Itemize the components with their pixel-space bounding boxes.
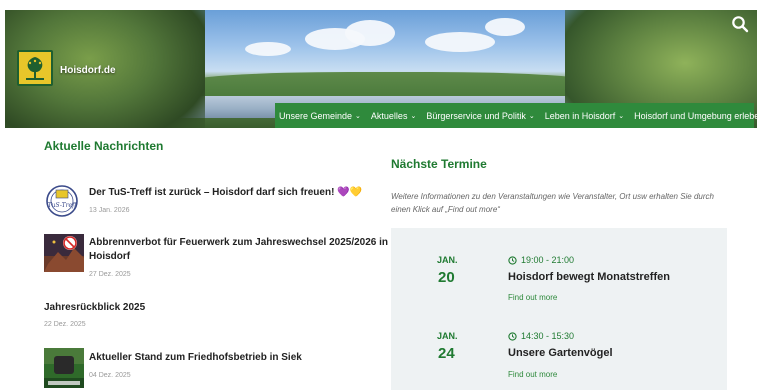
- coat-of-arms-logo[interactable]: [17, 50, 53, 86]
- news-date: 13 Jan. 2026: [89, 207, 130, 214]
- nav-item-buergerservice[interactable]: Bürgerservice und Politik ⌄: [426, 111, 534, 121]
- chevron-down-icon: ⌄: [618, 112, 625, 120]
- news-item[interactable]: Jahresrückblick 2025 22 Dez. 2025: [44, 301, 145, 328]
- svg-text:TuS-Treff: TuS-Treff: [48, 202, 78, 209]
- news-headline[interactable]: Aktueller Stand zum Friedhofsbetrieb in …: [89, 351, 389, 365]
- nav-item-unsere-gemeinde[interactable]: Unsere Gemeinde ⌄: [279, 111, 361, 121]
- chevron-down-icon: ⌄: [528, 112, 535, 120]
- event-month: JAN.: [437, 255, 458, 265]
- news-section-title: Aktuelle Nachrichten: [44, 139, 164, 153]
- nav-item-leben-in-hoisdorf[interactable]: Leben in Hoisdorf ⌄: [545, 111, 624, 121]
- news-headline[interactable]: Jahresrückblick 2025: [44, 301, 145, 315]
- event-day: 20: [438, 269, 455, 286]
- find-out-more-link[interactable]: Find out more: [508, 370, 557, 379]
- site-name[interactable]: Hoisdorf.de: [60, 65, 116, 76]
- search-icon[interactable]: [731, 15, 749, 33]
- chevron-down-icon: ⌄: [355, 112, 361, 120]
- news-headline[interactable]: Der TuS-Treff ist zurück – Hoisdorf darf…: [89, 186, 389, 200]
- event-item[interactable]: JAN. 20 19:00 - 21:00 Hoisdorf bewegt Mo…: [391, 254, 727, 314]
- events-section-title: Nächste Termine: [391, 157, 487, 171]
- site-header: Hoisdorf.de Unsere Gemeinde ⌄ Aktuelles ⌄ …: [0, 0, 760, 128]
- main-navigation: Unsere Gemeinde ⌄ Aktuelles ⌄ Bürgerservic…: [275, 103, 760, 128]
- news-date: 04 Dez. 2025: [89, 372, 131, 379]
- cemetery-image[interactable]: [44, 348, 84, 388]
- nav-item-hoisdorf-erleben[interactable]: Hoisdorf und Umgebung erleben⌄: [634, 111, 760, 121]
- event-title[interactable]: Unsere Gartenvögel: [508, 347, 613, 359]
- events-intro-text: Weitere Informationen zu den Veranstaltu…: [391, 192, 714, 214]
- find-out-more-link[interactable]: Find out more: [508, 293, 557, 302]
- nav-item-aktuelles[interactable]: Aktuelles ⌄: [371, 111, 416, 121]
- tus-treff-logo-image[interactable]: TuS-Treff: [44, 183, 84, 221]
- clock-icon: [508, 255, 517, 265]
- chevron-down-icon: ⌄: [410, 112, 417, 120]
- event-time: 19:00 - 21:00: [508, 255, 574, 265]
- news-headline[interactable]: Abbrennverbot für Feuerwerk zum Jahreswe…: [89, 236, 389, 264]
- news-date: 27 Dez. 2025: [89, 271, 131, 278]
- event-month: JAN.: [437, 331, 458, 341]
- event-item[interactable]: JAN. 24 14:30 - 15:30 Unsere Gartenvögel…: [391, 330, 727, 390]
- event-title[interactable]: Hoisdorf bewegt Monatstreffen: [508, 271, 670, 283]
- clock-icon: [508, 331, 517, 341]
- news-date: 22 Dez. 2025: [44, 321, 86, 328]
- event-day: 24: [438, 345, 455, 362]
- fireworks-ban-image[interactable]: [44, 234, 84, 272]
- event-time: 14:30 - 15:30: [508, 331, 574, 341]
- events-panel: JAN. 20 19:00 - 21:00 Hoisdorf bewegt Mo…: [391, 228, 727, 390]
